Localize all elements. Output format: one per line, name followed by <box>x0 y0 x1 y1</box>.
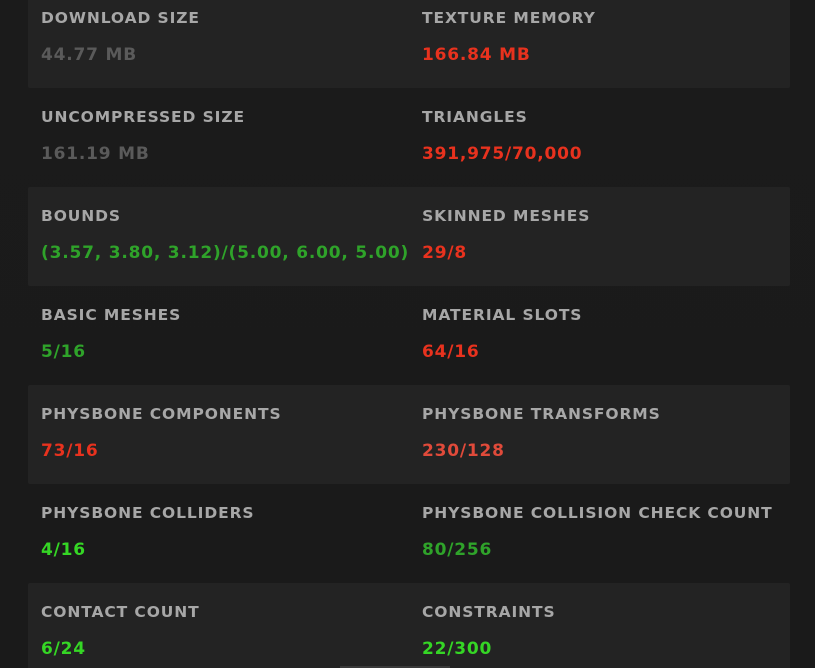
stat-value: 391,975/70,000 <box>422 144 583 164</box>
stat-download-size: DOWNLOAD SIZE 44.77 MB <box>28 0 409 88</box>
performance-stats-grid: DOWNLOAD SIZE 44.77 MB TEXTURE MEMORY 16… <box>28 0 790 668</box>
stat-label: CONTACT COUNT <box>41 603 200 621</box>
stat-basic-meshes: BASIC MESHES 5/16 <box>28 286 409 385</box>
stat-row-colliders: PHYSBONE COLLIDERS 4/16 PHYSBONE COLLISI… <box>28 484 790 583</box>
stat-row-geometry: UNCOMPRESSED SIZE 161.19 MB TRIANGLES 39… <box>28 88 790 187</box>
stat-bounds: BOUNDS (3.57, 3.80, 3.12)/(5.00, 6.00, 5… <box>28 187 409 286</box>
stat-row-physbone: PHYSBONE COMPONENTS 73/16 PHYSBONE TRANS… <box>28 385 790 484</box>
stat-label: SKINNED MESHES <box>422 207 591 225</box>
stat-uncompressed-size: UNCOMPRESSED SIZE 161.19 MB <box>28 88 409 187</box>
stat-value: 22/300 <box>422 639 493 659</box>
stat-value: 166.84 MB <box>422 45 531 65</box>
stat-row-bounds: BOUNDS (3.57, 3.80, 3.12)/(5.00, 6.00, 5… <box>28 187 790 286</box>
stat-physbone-collision-check-count: PHYSBONE COLLISION CHECK COUNT 80/256 <box>409 484 790 583</box>
stat-row-contacts: CONTACT COUNT 6/24 CONSTRAINTS 22/300 <box>28 583 790 668</box>
stat-value: 6/24 <box>41 639 86 659</box>
stat-value: 4/16 <box>41 540 86 560</box>
stat-label: TEXTURE MEMORY <box>422 9 596 27</box>
stat-constraints: CONSTRAINTS 22/300 <box>409 583 790 668</box>
stat-contact-count: CONTACT COUNT 6/24 <box>28 583 409 668</box>
stat-label: MATERIAL SLOTS <box>422 306 583 324</box>
stat-physbone-transforms: PHYSBONE TRANSFORMS 230/128 <box>409 385 790 484</box>
stat-label: PHYSBONE COLLISION CHECK COUNT <box>422 504 773 522</box>
stat-material-slots: MATERIAL SLOTS 64/16 <box>409 286 790 385</box>
stat-row-meshes: BASIC MESHES 5/16 MATERIAL SLOTS 64/16 <box>28 286 790 385</box>
stat-label: PHYSBONE COLLIDERS <box>41 504 255 522</box>
stat-label: BASIC MESHES <box>41 306 182 324</box>
stat-value: 29/8 <box>422 243 467 263</box>
stat-skinned-meshes: SKINNED MESHES 29/8 <box>409 187 790 286</box>
stat-label: PHYSBONE COMPONENTS <box>41 405 282 423</box>
stat-label: PHYSBONE TRANSFORMS <box>422 405 661 423</box>
performance-stats-page: DOWNLOAD SIZE 44.77 MB TEXTURE MEMORY 16… <box>0 0 815 668</box>
stat-label: BOUNDS <box>41 207 121 225</box>
stat-value: 5/16 <box>41 342 86 362</box>
stat-label: CONSTRAINTS <box>422 603 556 621</box>
stat-label: UNCOMPRESSED SIZE <box>41 108 245 126</box>
stat-label: TRIANGLES <box>422 108 528 126</box>
stat-physbone-components: PHYSBONE COMPONENTS 73/16 <box>28 385 409 484</box>
stat-label: DOWNLOAD SIZE <box>41 9 200 27</box>
stat-physbone-colliders: PHYSBONE COLLIDERS 4/16 <box>28 484 409 583</box>
stat-value: 230/128 <box>422 441 505 461</box>
stat-value: 44.77 MB <box>41 45 137 65</box>
stat-value: 64/16 <box>422 342 480 362</box>
stat-value: (3.57, 3.80, 3.12)/(5.00, 6.00, 5.00) <box>41 243 410 263</box>
stat-row-sizes: DOWNLOAD SIZE 44.77 MB TEXTURE MEMORY 16… <box>28 0 790 88</box>
stat-value: 161.19 MB <box>41 144 150 164</box>
stat-triangles: TRIANGLES 391,975/70,000 <box>409 88 790 187</box>
stat-texture-memory: TEXTURE MEMORY 166.84 MB <box>409 0 790 88</box>
stat-value: 80/256 <box>422 540 493 560</box>
stat-value: 73/16 <box>41 441 99 461</box>
